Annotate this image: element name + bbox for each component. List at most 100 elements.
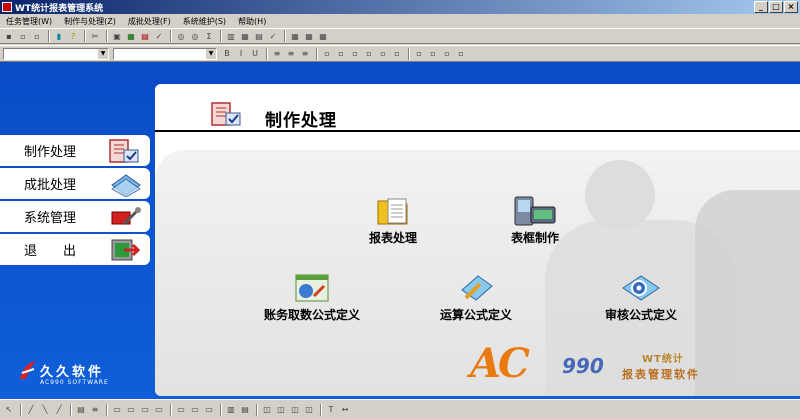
tool-icon[interactable]: ✂	[89, 30, 101, 42]
box5-icon[interactable]: ▭	[175, 404, 187, 416]
border6-icon[interactable]: ▫	[391, 48, 403, 60]
batch-icon	[108, 171, 142, 200]
company-logo-icon	[20, 361, 36, 379]
calculator-icon[interactable]: ▮	[53, 30, 65, 42]
merge-icon[interactable]: ▫	[413, 48, 425, 60]
italic-icon[interactable]: I	[235, 48, 247, 60]
report-edit-icon	[108, 138, 142, 167]
table-frame-button[interactable]: 表框制作	[490, 195, 580, 246]
border5-icon[interactable]: ▫	[377, 48, 389, 60]
maximize-button[interactable]: □	[769, 1, 783, 13]
save-icon[interactable]: ▪	[3, 30, 15, 42]
font-select[interactable]: ▼	[3, 47, 109, 60]
close-button[interactable]: ×	[784, 1, 798, 13]
align-center-icon[interactable]: ≡	[285, 48, 297, 60]
size-select[interactable]: ▼	[113, 47, 217, 60]
chevron-down-icon[interactable]: ▼	[206, 48, 216, 59]
sidebar-item-system[interactable]: 系统管理	[0, 201, 150, 232]
help-icon[interactable]: ?	[67, 30, 79, 42]
print-icon[interactable]: ▫	[17, 30, 29, 42]
device-icon	[514, 196, 556, 226]
sum-icon[interactable]: Σ	[203, 30, 215, 42]
chevron-down-icon[interactable]: ▼	[98, 48, 108, 59]
delete-icon[interactable]: ▫	[455, 48, 467, 60]
menu-bar: 任务管理(W) 制作与处理(Z) 成批处理(F) 系统维护(S) 帮助(H)	[0, 14, 800, 28]
refresh-icon[interactable]: ◎	[189, 30, 201, 42]
line-icon[interactable]: ╲	[39, 404, 51, 416]
align-right-icon[interactable]: ≡	[299, 48, 311, 60]
text-icon[interactable]: T	[325, 404, 337, 416]
box4-icon[interactable]: ▭	[153, 404, 165, 416]
brand-wt: WT统计	[642, 354, 684, 365]
insert-icon[interactable]: ▫	[441, 48, 453, 60]
menu-batch[interactable]: 成批处理(F)	[122, 16, 177, 27]
pointer-icon[interactable]: ↖	[3, 404, 15, 416]
account-formula-button[interactable]: 账务取数公式定义	[250, 272, 374, 323]
box1-icon[interactable]: ▭	[111, 404, 123, 416]
chart-icon[interactable]: ▥	[225, 30, 237, 42]
exit-icon	[108, 237, 142, 266]
brush-icon[interactable]: ╱	[53, 404, 65, 416]
sidebar-item-exit[interactable]: 退 出	[0, 234, 150, 265]
zoom-icon[interactable]: ◎	[175, 30, 187, 42]
excel-icon[interactable]: ▦	[125, 30, 137, 42]
box3-icon[interactable]: ▭	[139, 404, 151, 416]
pen-icon[interactable]: ╱	[25, 404, 37, 416]
sidebar-item-batch[interactable]: 成批处理	[0, 168, 150, 199]
report-edit-icon	[210, 101, 244, 130]
shape4-icon[interactable]: ◫	[303, 404, 315, 416]
bars-icon[interactable]: ▥	[225, 404, 237, 416]
report-process-button[interactable]: 报表处理	[358, 195, 428, 246]
shape2-icon[interactable]: ◫	[275, 404, 287, 416]
drawing-toolbar: ↖ ╱ ╲ ╱ ▤ ≡ ▭ ▭ ▭ ▭ ▭ ▭ ▭ ▥ ▤ ◫ ◫ ◫ ◫ T …	[0, 399, 800, 419]
folder-doc-icon	[377, 198, 408, 225]
grid2-icon[interactable]: ▦	[303, 30, 315, 42]
table-frame-label: 表框制作	[510, 231, 559, 245]
stack-icon[interactable]: ▤	[239, 404, 251, 416]
verify-icon[interactable]: ✓	[267, 30, 279, 42]
border4-icon[interactable]: ▫	[363, 48, 375, 60]
sidebar-item-make[interactable]: 制作处理	[0, 135, 150, 166]
menu-system[interactable]: 系统维护(S)	[177, 16, 232, 27]
box2-icon[interactable]: ▭	[125, 404, 137, 416]
audit-formula-label: 审核公式定义	[604, 308, 677, 322]
formula-window-icon	[295, 274, 329, 302]
grid3-icon[interactable]: ▦	[317, 30, 329, 42]
shape3-icon[interactable]: ◫	[289, 404, 301, 416]
list-icon[interactable]: ≡	[89, 404, 101, 416]
calc-formula-button[interactable]: 运算公式定义	[428, 272, 524, 323]
table-icon[interactable]: ▦	[239, 30, 251, 42]
border-icon[interactable]: ▫	[321, 48, 333, 60]
box6-icon[interactable]: ▭	[189, 404, 201, 416]
company-name: 久久软件	[40, 365, 105, 380]
menu-help[interactable]: 帮助(H)	[232, 16, 272, 27]
account-formula-label: 账务取数公式定义	[263, 308, 360, 322]
split-icon[interactable]: ▫	[427, 48, 439, 60]
main-toolbar: ▪ ▫ ▫ ▮ ? ✂ ▣ ▦ ▤ ✓ ◎ ◎ Σ ▥ ▦ ▤ ✓ ▦ ▦ ▦	[0, 28, 800, 44]
menu-task[interactable]: 任务管理(W)	[0, 16, 58, 27]
width-icon[interactable]: ↔	[339, 404, 351, 416]
company-subtitle: AC990 SOFTWARE	[40, 379, 109, 386]
system-tools-icon	[108, 204, 142, 233]
bold-icon[interactable]: B	[221, 48, 233, 60]
border2-icon[interactable]: ▫	[335, 48, 347, 60]
audit-formula-button[interactable]: 审核公式定义	[593, 272, 689, 323]
check-icon[interactable]: ✓	[153, 30, 165, 42]
align-icon[interactable]: ▤	[75, 404, 87, 416]
panel-header: 制作处理	[155, 84, 800, 132]
underline-icon[interactable]: U	[249, 48, 261, 60]
minimize-button[interactable]: _	[754, 1, 768, 13]
import-icon[interactable]: ▤	[139, 30, 151, 42]
shape1-icon[interactable]: ◫	[261, 404, 273, 416]
align-left-icon[interactable]: ≡	[271, 48, 283, 60]
border3-icon[interactable]: ▫	[349, 48, 361, 60]
open-icon[interactable]: ▣	[111, 30, 123, 42]
brand-ac: AC	[470, 340, 530, 387]
box7-icon[interactable]: ▭	[203, 404, 215, 416]
app-icon[interactable]	[2, 2, 12, 12]
preview-icon[interactable]: ▫	[31, 30, 43, 42]
menu-make[interactable]: 制作与处理(Z)	[58, 16, 122, 27]
copy-icon[interactable]: ▤	[253, 30, 265, 42]
grid-icon[interactable]: ▦	[289, 30, 301, 42]
sidebar-item-label: 退 出	[24, 244, 77, 259]
